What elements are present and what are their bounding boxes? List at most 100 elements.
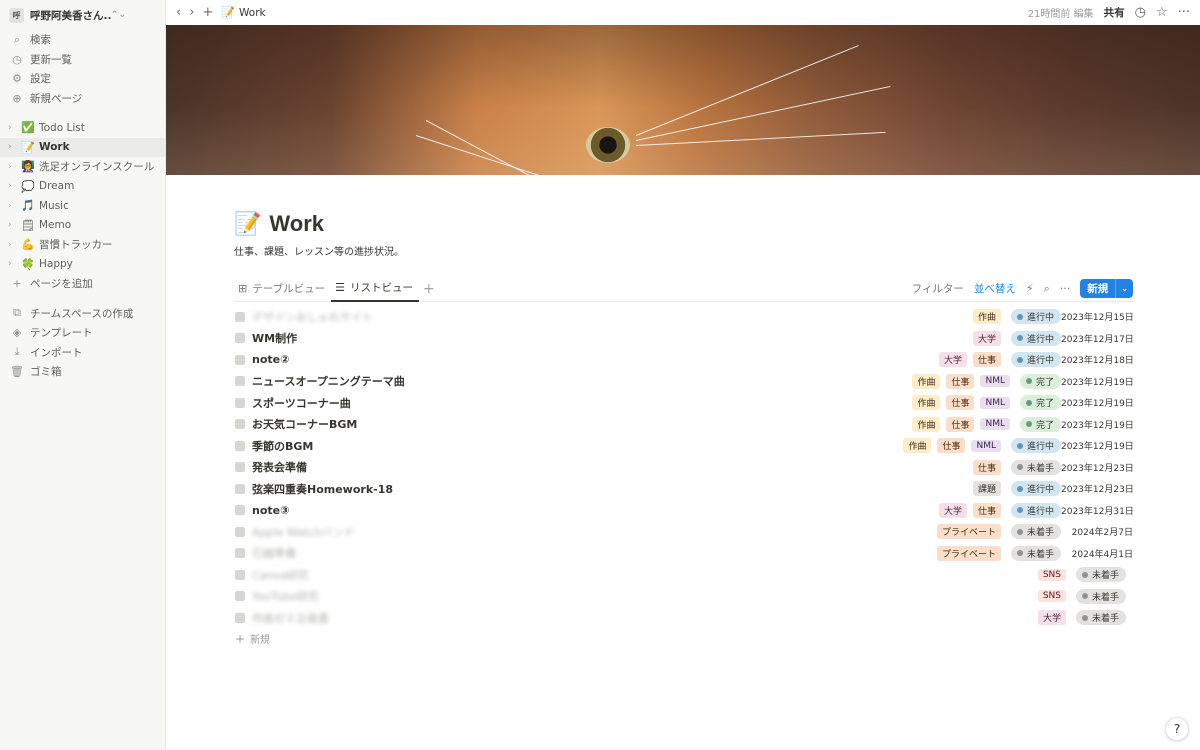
filter-button[interactable]: フィルター [912,281,964,296]
list-item[interactable]: Apple Watchバンド プライベート 未着手 2024年2月7日 [234,521,1133,543]
sidebar-page-item[interactable]: › 🗒 Memo [0,216,165,236]
list-item[interactable]: 季節のBGM 作曲 仕事 NML 進行中 2023年12月19日 [234,435,1134,457]
sidebar-item-gear[interactable]: ⚙ 設定 [0,69,165,89]
chevron-right-icon[interactable]: › [8,259,18,269]
chevron-down-icon[interactable]: ⌄ [1115,279,1133,298]
list-item-title[interactable]: 季節のBGM [252,438,313,454]
add-row-button[interactable]: + 新規 [234,629,1133,649]
sidebar-page-item[interactable]: › 🍀 Happy [0,255,165,275]
list-item[interactable]: note③ 大学 仕事 進行中 2023年12月31日 [234,500,1134,522]
status-dot [1025,421,1032,428]
list-item-properties: 大学 未着手 [1032,610,1133,626]
list-item[interactable]: スポーツコーナー曲 作曲 仕事 NML 完了 2023年12月19日 [234,392,1134,414]
more-icon[interactable]: ··· [1060,282,1071,295]
page-icon[interactable]: 📝 [234,212,261,237]
chevron-right-icon[interactable]: › [8,142,18,152]
sidebar-item-trash[interactable]: 🗑 ゴミ箱 [0,362,165,382]
view-tab[interactable]: ☰ リストビュー [331,276,419,302]
list-item-title[interactable]: YouTube研究 [252,588,319,604]
list-item-title[interactable]: 引越準備 [252,545,296,561]
list-item-title[interactable]: Apple Watchバンド [252,524,355,540]
list-item[interactable]: note② 大学 仕事 進行中 2023年12月18日 [234,349,1134,371]
bolt-icon[interactable]: ⚡ [1026,282,1034,295]
status-badge: 進行中 [1010,438,1061,454]
list-item-title[interactable]: note② [252,353,289,366]
chevron-right-icon[interactable]: › [8,220,18,230]
forward-icon[interactable]: › [189,5,194,20]
list-item[interactable]: YouTube研究 SNS 未着手 [234,586,1133,608]
star-icon[interactable]: ☆ [1156,5,1168,20]
list-item-title[interactable]: お天気コーナーBGM [252,416,357,432]
chevron-right-icon[interactable]: › [8,201,18,211]
share-button[interactable]: 共有 [1104,5,1125,20]
add-view-icon[interactable]: + [423,281,435,297]
list-item[interactable]: 発表会準備 仕事 未着手 2023年12月23日 [234,457,1134,479]
chevron-right-icon[interactable]: › [8,181,18,191]
list-item[interactable]: Canva研究 SNS 未着手 [234,564,1133,586]
last-edited: 21時間前 編集 [1027,9,1094,20]
list-item[interactable]: WM制作 大学 進行中 2023年12月17日 [234,328,1134,350]
status-label: 進行中 [1026,442,1054,453]
sidebar-item-label: テンプレート [30,327,93,340]
help-button[interactable]: ? [1165,717,1189,741]
more-icon[interactable]: ··· [1178,5,1190,20]
sidebar-bottom: ⧉ チームスペースの作成 ◈ テンプレート ⤓ インポート 🗑 ゴミ箱 [0,304,165,382]
list-item[interactable]: 作曲ゼミ企画書 大学 未着手 [234,607,1133,629]
page-title[interactable]: Work [269,211,324,237]
search-icon[interactable]: ⌕ [1044,282,1050,296]
sidebar-item-template[interactable]: ◈ テンプレート [0,323,165,343]
page-icon [235,505,245,516]
cover-shade [166,25,1200,175]
list-item-title[interactable]: 作曲ゼミ企画書 [252,610,329,626]
workspace-switcher[interactable]: 呼 呼野阿美香さん... ⌃⌄ [0,0,165,30]
sidebar-page-item[interactable]: › 👩‍🏫 洗足オンラインスクール [0,157,165,177]
list-item[interactable]: 引越準備 プライベート 未着手 2024年4月1日 [234,543,1133,565]
sidebar-item-search[interactable]: ⌕ 検索 [0,30,165,50]
list-item-title[interactable]: note③ [252,504,289,517]
sidebar-item-plus-circle[interactable]: ⊕ 新規ページ [0,89,165,109]
list-item-date: 2023年12月19日 [1061,442,1134,453]
back-icon[interactable]: ‹ [176,5,181,20]
sort-button[interactable]: 並べ替え [974,281,1016,296]
list-item-title[interactable]: WM制作 [252,330,297,346]
sidebar-item-team[interactable]: ⧉ チームスペースの作成 [0,304,165,324]
sidebar-page-item[interactable]: › 📝 Work [0,137,165,157]
page-description[interactable]: 仕事、課題、レッスン等の進捗状況。 [234,243,1133,258]
list-item[interactable]: ニュースオープニングテーマ曲 作曲 仕事 NML 完了 2023年12月19日 [234,371,1134,393]
add-page-button[interactable]: + ページを追加 [0,274,165,294]
list-item-title[interactable]: 弦楽四重奏Homework-18 [252,481,393,497]
list-item[interactable]: 弦楽四重奏Homework-18 課題 進行中 2023年12月23日 [234,478,1134,500]
tag-badge: 作曲 [912,395,941,411]
list-item-properties: 作曲 仕事 NML 完了 2023年12月19日 [906,373,1134,389]
list-item-title[interactable]: Canva研究 [252,567,309,583]
list-item-date: 2023年12月23日 [1061,485,1134,496]
new-record-label[interactable]: 新規 [1080,279,1115,298]
history-icon[interactable]: ◷ [1135,5,1146,20]
sidebar-item-label: 新規ページ [30,92,83,105]
breadcrumb[interactable]: Work [239,7,266,19]
sidebar-item-import[interactable]: ⤓ インポート [0,343,165,363]
list-item[interactable]: お天気コーナーBGM 作曲 仕事 NML 完了 2023年12月19日 [234,414,1134,436]
chevron-right-icon[interactable]: › [8,162,18,172]
sidebar-item-clock[interactable]: ◷ 更新一覧 [0,50,165,70]
list-item-title[interactable]: ニュースオープニングテーマ曲 [252,373,405,389]
chevron-right-icon[interactable]: › [8,240,18,250]
page-cover-image[interactable] [166,25,1200,175]
view-tab[interactable]: ⊞ テーブルビュー [234,276,331,302]
import-icon: ⤓ [14,345,20,359]
tag-badge: 大学 [938,352,967,368]
new-record-button[interactable]: 新規 ⌄ [1080,279,1133,298]
status-badge: 未着手 [1075,588,1126,604]
add-icon[interactable]: + [202,5,213,20]
list-item-title[interactable]: スポーツコーナー曲 [252,395,351,411]
sidebar-page-item[interactable]: › ✅ Todo List [0,118,165,138]
sidebar-page-item[interactable]: › 💪 習慣トラッカー [0,235,165,255]
list-item-title[interactable]: 発表会準備 [252,459,307,475]
list-item[interactable]: デザインおしゃれサイト 作曲 進行中 2023年12月15日 [234,306,1134,328]
sidebar-page-item[interactable]: › 🎵 Music [0,196,165,216]
sidebar-page-item[interactable]: › 💭 Dream [0,177,165,197]
status-badge: 進行中 [1010,352,1061,368]
list-item-title[interactable]: デザインおしゃれサイト [252,309,373,325]
list-item-properties: プライベート 未着手 2024年2月7日 [931,524,1133,540]
chevron-right-icon[interactable]: › [8,123,18,133]
